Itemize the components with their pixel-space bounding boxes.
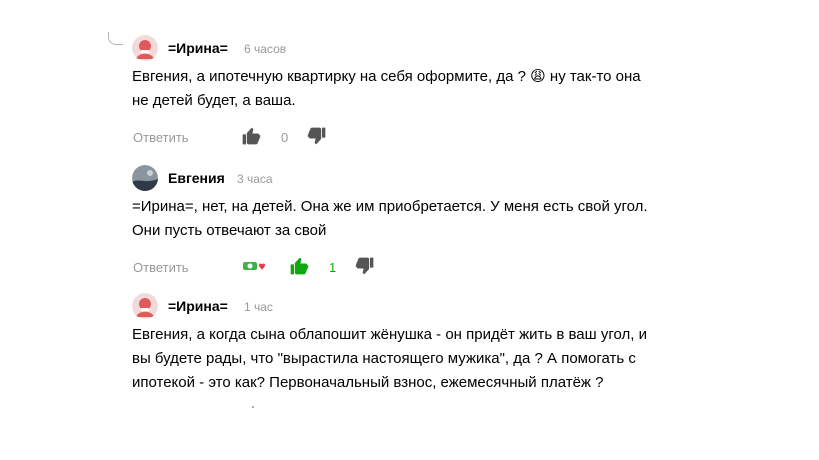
comment-time: 1 час (244, 300, 273, 314)
user-avatar[interactable] (132, 35, 158, 61)
avatar-icon (132, 35, 158, 61)
comment-1: =Ирина= 6 часов Евгения, а ипотечную ква… (132, 35, 732, 113)
reactions-preview[interactable] (241, 256, 267, 278)
thumbs-up-icon (242, 127, 261, 145)
reply-thread-connector (108, 32, 123, 45)
comment-header: =Ирина= 1 час (132, 293, 732, 319)
comment-2: Евгения 3 часа =Ирина=, нет, на детей. О… (132, 165, 732, 243)
comment-2-actions: Ответить 1 (133, 256, 433, 280)
comment-author[interactable]: =Ирина= (168, 297, 228, 315)
thumbs-down-icon (307, 127, 326, 145)
avatar-icon (132, 165, 158, 191)
comment-text: =Ирина=, нет, на детей. Она же им приобр… (132, 198, 648, 239)
dislike-button[interactable] (355, 256, 377, 278)
reply-button[interactable]: Ответить (133, 130, 189, 145)
comment-time: 6 часов (244, 42, 287, 56)
like-count: 1 (329, 260, 337, 275)
user-avatar[interactable] (132, 293, 158, 319)
comment-1-actions: Ответить 0 (133, 126, 433, 150)
user-avatar[interactable] (132, 165, 158, 191)
comment-3: =Ирина= 1 час Евгения, а когда сына обла… (132, 293, 732, 395)
comment-author[interactable]: Евгения (168, 169, 225, 187)
like-button[interactable] (241, 126, 263, 148)
like-count: 0 (281, 130, 289, 145)
thumbs-down-icon (355, 257, 374, 275)
reply-button[interactable]: Ответить (133, 260, 189, 275)
comment-header: Евгения 3 часа (132, 165, 732, 191)
comment-text: Евгения, а ипотечную квартирку на себя о… (132, 68, 641, 109)
comment-author[interactable]: =Ирина= (168, 39, 228, 57)
comment-text: Евгения, а когда сына облапошит жёнушка … (132, 326, 647, 391)
like-button-active[interactable] (289, 256, 311, 278)
avatar-icon (132, 293, 158, 319)
loading-dot (252, 406, 254, 408)
thumbs-up-icon (290, 257, 309, 275)
reactions-icon (243, 262, 265, 270)
dislike-button[interactable] (307, 126, 329, 148)
comment-time: 3 часа (237, 172, 273, 186)
comment-header: =Ирина= 6 часов (132, 35, 732, 61)
